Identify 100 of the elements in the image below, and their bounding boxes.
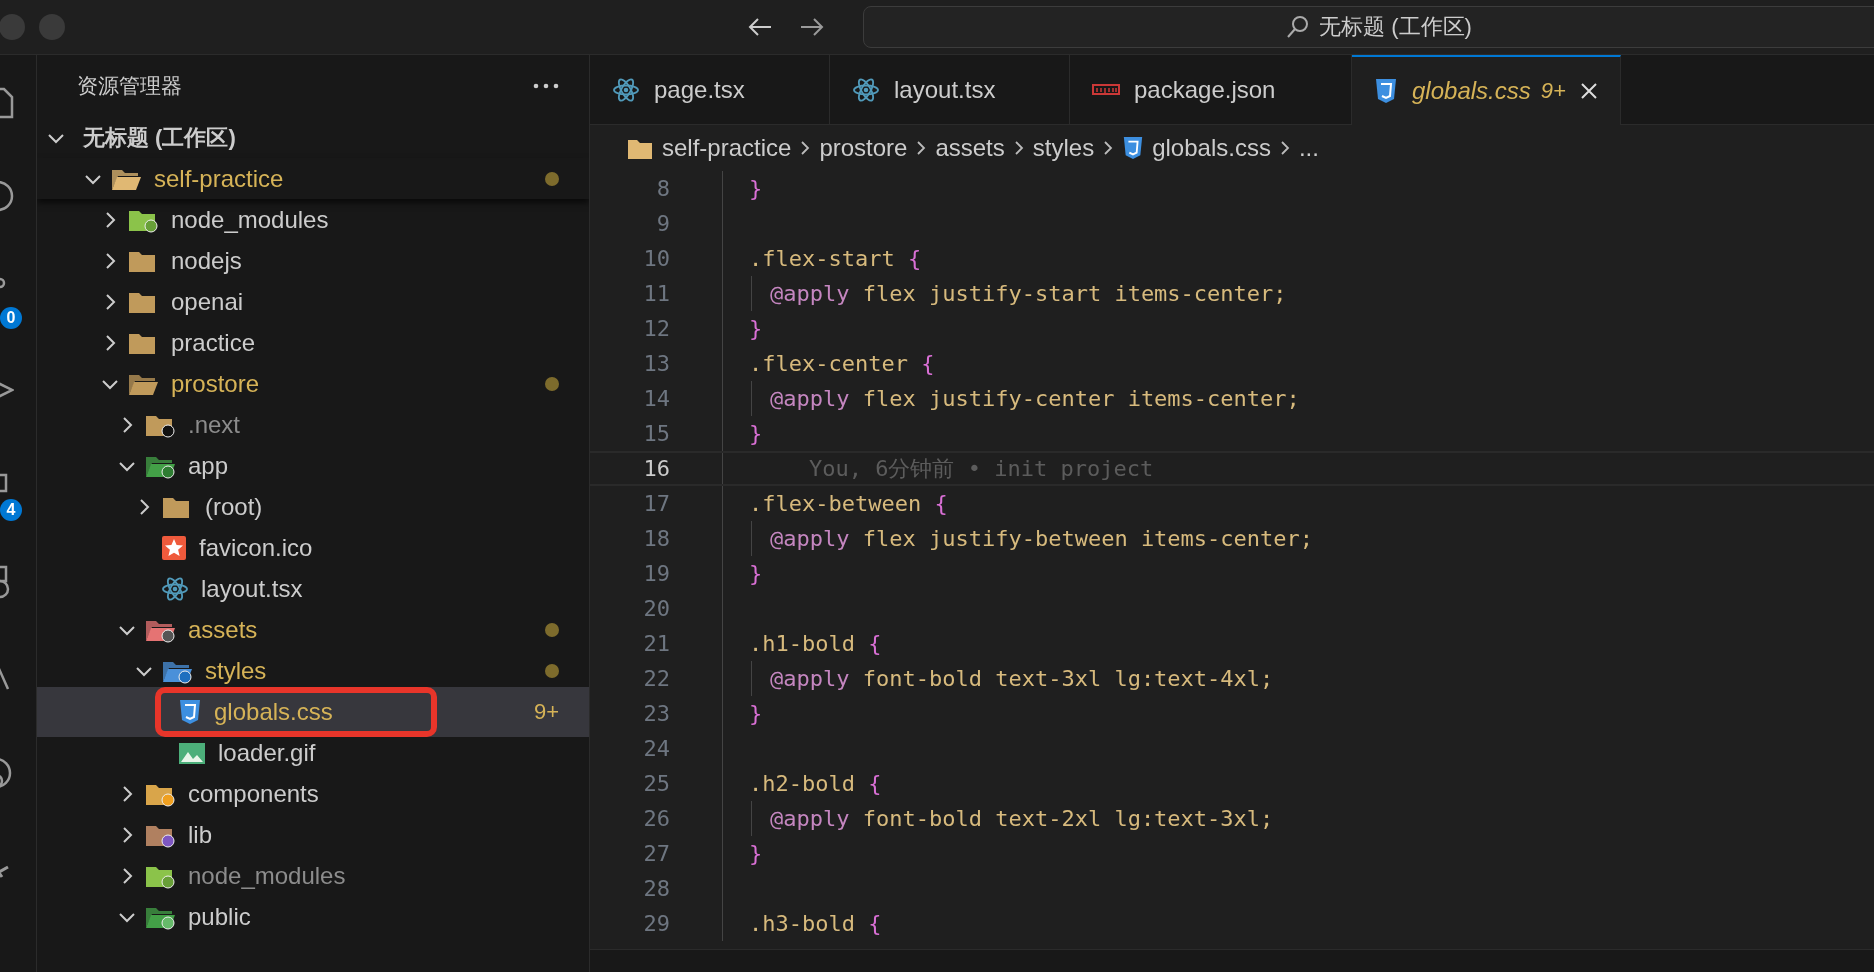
tree-label: components [188, 779, 319, 808]
files-icon[interactable] [0, 85, 14, 119]
line-number: 25 [642, 771, 670, 796]
code-token: flex justify-between items-center; [861, 526, 1314, 551]
code-token: } [749, 421, 763, 446]
line-number: 29 [642, 911, 670, 936]
folder-item[interactable]: prostore [37, 363, 589, 404]
tree-label: nodejs [171, 246, 242, 275]
line-number: 24 [642, 736, 670, 761]
line-number: 18 [642, 526, 670, 551]
npm-icon [1092, 83, 1120, 96]
folder-item[interactable]: node_modules [37, 855, 589, 896]
folder-item[interactable]: node_modules [37, 199, 589, 240]
code-token: { [920, 351, 935, 376]
breadcrumb-item[interactable]: prostore [819, 134, 908, 162]
code-token: @apply [751, 521, 850, 556]
notification-badge: 0 [0, 307, 22, 329]
file-item[interactable]: layout.tsx [37, 568, 589, 609]
tab-label: page.tsx [654, 75, 745, 104]
folder-item[interactable]: .next [37, 404, 589, 445]
blame-annotation: You, 6分钟前 • init project [808, 454, 1154, 483]
atom-icon [161, 575, 189, 602]
tab-label: layout.tsx [894, 75, 996, 104]
shield-icon [178, 699, 202, 725]
tree-label: prostore [171, 369, 260, 398]
line-number: 9 [655, 211, 670, 236]
chevron-icon [915, 139, 928, 157]
code-token: font-bold text-2xl lg:text-3xl; [861, 806, 1274, 831]
editor-tab[interactable]: layout.tsx [830, 55, 1070, 125]
line-number: 26 [642, 806, 670, 831]
breadcrumb-item[interactable]: self-practice [662, 134, 792, 162]
tree-label: lib [188, 820, 212, 849]
editor-tab[interactable]: globals.css 9+ [1352, 55, 1621, 125]
file-item[interactable]: favicon.ico [37, 527, 589, 568]
tab-label: package.json [1134, 75, 1276, 104]
folder-item[interactable]: lib [37, 814, 589, 855]
close-icon[interactable] [1579, 82, 1598, 100]
breadcrumb-item[interactable]: ... [1298, 134, 1319, 162]
tree-label: assets [188, 615, 258, 644]
account-icon[interactable] [0, 757, 14, 791]
folder-item[interactable]: (root) [37, 486, 589, 527]
code-token: flex justify-center items-center; [861, 386, 1300, 411]
folder-item[interactable]: self-practice [37, 158, 589, 199]
line-number: 21 [642, 631, 670, 656]
file-item[interactable]: globals.css 9+ [37, 687, 589, 737]
tree-label: .next [188, 410, 241, 439]
workspace-item[interactable]: 无标题 (工作区) [37, 117, 589, 158]
code-token: @apply [751, 661, 850, 696]
folder-item[interactable]: components [37, 773, 589, 814]
folder-item[interactable]: nodejs [37, 240, 589, 281]
folder-item[interactable]: practice [37, 322, 589, 363]
chevron-icon [1278, 139, 1291, 157]
tree-label: practice [171, 328, 256, 357]
breadcrumb-item[interactable]: globals.css [1152, 134, 1271, 162]
tree-label: layout.tsx [201, 574, 303, 603]
code-token: } [749, 176, 763, 201]
editor-tab[interactable]: page.tsx [590, 55, 830, 125]
line-number: 22 [642, 666, 670, 691]
tree-label: globals.css [214, 698, 333, 726]
notification-badge: 4 [0, 499, 22, 521]
problem-count: 9+ [533, 699, 559, 725]
line-number: 11 [642, 281, 670, 306]
breadcrumb-item[interactable]: styles [1032, 134, 1095, 162]
tree-label: node_modules [171, 205, 329, 234]
line-number: 16 [642, 456, 670, 481]
code-token: .h3-bold [749, 911, 855, 936]
shield-icon [1122, 136, 1145, 160]
atom-icon [612, 76, 640, 103]
tree-label: node_modules [188, 861, 346, 890]
folder-item[interactable]: app [37, 445, 589, 486]
code-token: .flex-center [749, 351, 908, 376]
line-number: 19 [642, 561, 670, 586]
sidebar-title: 资源管理器 [77, 73, 182, 99]
folder-item[interactable]: public [37, 896, 589, 937]
tree-label: styles [205, 656, 267, 685]
folder-item[interactable]: openai [37, 281, 589, 322]
command-center-search[interactable]: 无标题 (工作区) [863, 6, 1874, 48]
tree-label: (root) [205, 492, 263, 521]
code-token: .flex-between [749, 491, 922, 516]
line-number: 23 [642, 701, 670, 726]
back-arrow-icon[interactable] [747, 16, 773, 38]
code-token: } [749, 701, 763, 726]
code-token: { [867, 911, 882, 936]
forward-arrow-icon[interactable] [799, 16, 825, 38]
tab-label: globals.css [1412, 77, 1531, 105]
tree-label: self-practice [154, 164, 284, 193]
line-number: 13 [642, 351, 670, 376]
more-icon[interactable] [533, 82, 559, 90]
chevron-icon [1102, 139, 1115, 157]
code-token: @apply [751, 801, 850, 836]
line-number: 20 [642, 596, 670, 621]
code-token: } [749, 841, 763, 866]
line-number: 8 [655, 176, 670, 201]
line-number: 15 [642, 421, 670, 446]
tree-label: public [188, 902, 251, 931]
line-number: 14 [642, 386, 670, 411]
breadcrumb-item[interactable]: assets [935, 134, 1005, 162]
tree-label: app [188, 451, 229, 480]
line-number: 28 [642, 876, 670, 901]
folder-item[interactable]: assets [37, 609, 589, 650]
